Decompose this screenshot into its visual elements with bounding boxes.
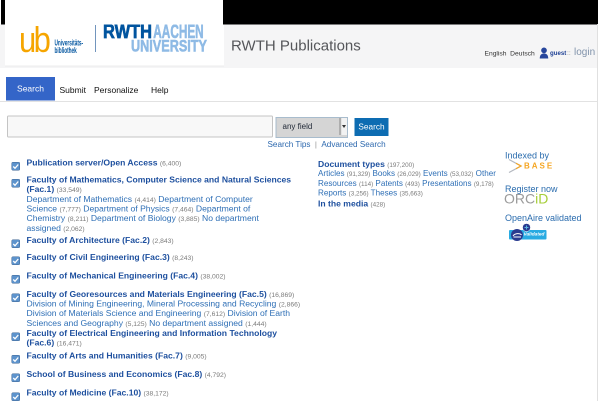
svg-text:UNIVERSITY: UNIVERSITY (131, 37, 207, 55)
